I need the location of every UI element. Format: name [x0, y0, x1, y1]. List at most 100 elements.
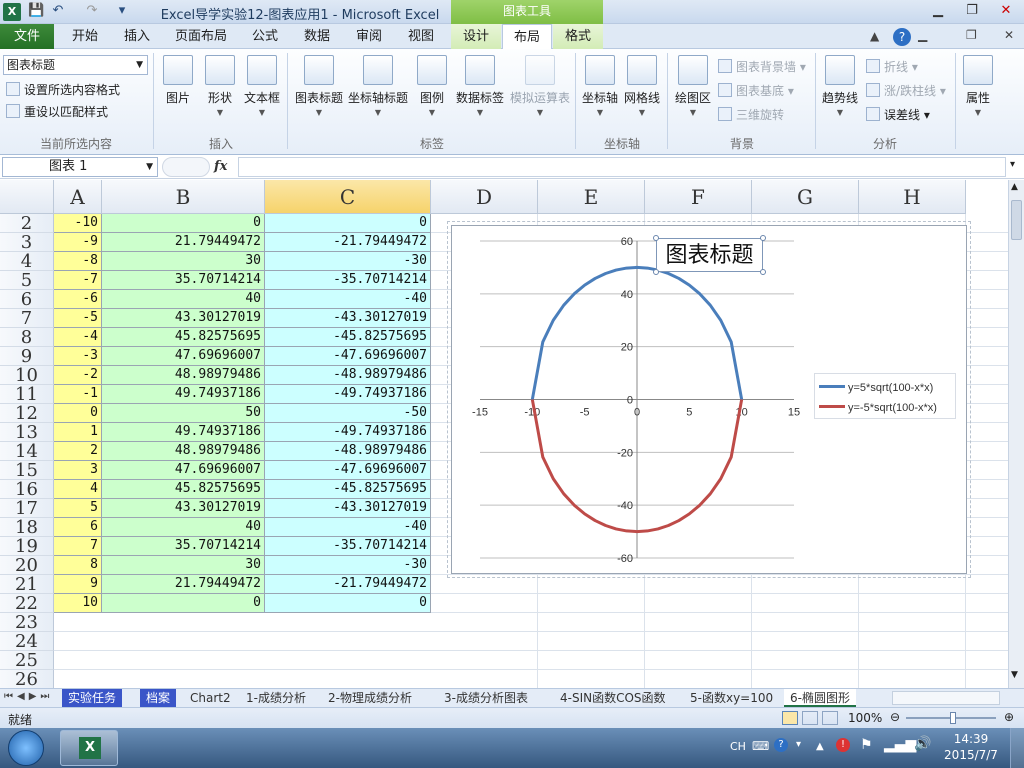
- rotation-button[interactable]: 三维旋转: [718, 105, 784, 125]
- show-hidden-icons-icon[interactable]: ▲: [816, 741, 824, 752]
- title-resize-handle[interactable]: [760, 235, 766, 241]
- cell-a9[interactable]: -3: [54, 347, 102, 366]
- title-resize-handle[interactable]: [653, 269, 659, 275]
- cell-a19[interactable]: 7: [54, 537, 102, 556]
- row-header[interactable]: 19: [0, 537, 54, 556]
- cell-b15[interactable]: 47.69696007: [102, 461, 265, 480]
- row-header[interactable]: 23: [0, 613, 54, 632]
- cell-c6[interactable]: -40: [265, 290, 431, 309]
- cell-b17[interactable]: 43.30127019: [102, 499, 265, 518]
- column-header-c[interactable]: C: [265, 180, 431, 214]
- row-header[interactable]: 13: [0, 423, 54, 442]
- column-header-f[interactable]: F: [645, 180, 752, 214]
- data-table-button[interactable]: 模拟运算表 ▼: [508, 55, 572, 125]
- cell-c12[interactable]: -50: [265, 404, 431, 423]
- sheet-nav-arrows-icon[interactable]: ⏮◀▶⏭: [4, 691, 53, 702]
- tab-page-layout[interactable]: 页面布局: [166, 24, 236, 49]
- insert-function-button[interactable]: fx: [214, 159, 227, 174]
- legend-button[interactable]: 图例 ▼: [412, 55, 452, 125]
- ime-help-icon[interactable]: ?: [774, 738, 788, 752]
- chart-wall-button[interactable]: 图表背景墙 ▾: [718, 57, 806, 77]
- cell-c2[interactable]: 0: [265, 214, 431, 233]
- cell-a12[interactable]: 0: [54, 404, 102, 423]
- row-header[interactable]: 21: [0, 575, 54, 594]
- chart-title-button[interactable]: 图表标题 ▼: [292, 55, 346, 125]
- column-header-b[interactable]: B: [102, 180, 265, 214]
- format-selection-button[interactable]: 设置所选内容格式: [6, 80, 120, 100]
- row-header[interactable]: 8: [0, 328, 54, 347]
- cell-c10[interactable]: -48.98979486: [265, 366, 431, 385]
- row-header[interactable]: 3: [0, 233, 54, 252]
- taskbar-excel-button[interactable]: X: [60, 730, 118, 766]
- updown-bars-button[interactable]: 涨/跌柱线 ▾: [866, 81, 946, 101]
- cell-c3[interactable]: -21.79449472: [265, 233, 431, 252]
- cell-c13[interactable]: -49.74937186: [265, 423, 431, 442]
- cell-b10[interactable]: 48.98979486: [102, 366, 265, 385]
- scroll-up-icon[interactable]: ▲: [1011, 182, 1018, 192]
- window-minimize-icon[interactable]: ▁: [918, 28, 927, 42]
- volume-icon[interactable]: 🔊: [914, 736, 931, 752]
- legend-entry[interactable]: y=-5*sqrt(100-x*x): [819, 400, 937, 414]
- cell-a2[interactable]: -10: [54, 214, 102, 233]
- cell-a22[interactable]: 10: [54, 594, 102, 613]
- sheet-tab[interactable]: 1-成绩分析: [240, 689, 312, 707]
- cell-b8[interactable]: 45.82575695: [102, 328, 265, 347]
- start-button-icon[interactable]: [8, 730, 44, 766]
- cell-c21[interactable]: -21.79449472: [265, 575, 431, 594]
- row-header[interactable]: 16: [0, 480, 54, 499]
- cell-b21[interactable]: 21.79449472: [102, 575, 265, 594]
- row-header[interactable]: 26: [0, 670, 54, 688]
- chart-area[interactable]: -60 -40 -20 0 20 40 60 -15 -10 -5 0 5 10 15 图表标题 y=5*…: [451, 225, 967, 574]
- cell-a3[interactable]: -9: [54, 233, 102, 252]
- row-header[interactable]: 7: [0, 309, 54, 328]
- lines-button[interactable]: 折线 ▾: [866, 57, 918, 77]
- sheet-tab[interactable]: 6-椭圆图形: [784, 689, 856, 707]
- tab-formulas[interactable]: 公式: [240, 24, 290, 49]
- formula-expand-icon[interactable]: ▾: [1010, 159, 1015, 170]
- cell-b13[interactable]: 49.74937186: [102, 423, 265, 442]
- row-header[interactable]: 22: [0, 594, 54, 613]
- chart-elements-combo[interactable]: 图表标题 ▼: [3, 55, 148, 75]
- row-header[interactable]: 12: [0, 404, 54, 423]
- scroll-thumb[interactable]: [1011, 200, 1022, 240]
- formula-input[interactable]: [238, 157, 1006, 177]
- tab-design[interactable]: 设计: [451, 24, 501, 49]
- tab-format[interactable]: 格式: [553, 24, 603, 49]
- plot-area-button[interactable]: 绘图区 ▼: [672, 55, 714, 125]
- cell-c11[interactable]: -49.74937186: [265, 385, 431, 404]
- row-header[interactable]: 17: [0, 499, 54, 518]
- cell-a17[interactable]: 5: [54, 499, 102, 518]
- close-button[interactable]: ✕: [994, 2, 1018, 20]
- cell-b11[interactable]: 49.74937186: [102, 385, 265, 404]
- minimize-button[interactable]: ▁: [926, 2, 950, 20]
- cell-c8[interactable]: -45.82575695: [265, 328, 431, 347]
- row-header[interactable]: 9: [0, 347, 54, 366]
- zoom-level[interactable]: 100%: [848, 711, 882, 725]
- sheet-tab[interactable]: 档案: [140, 689, 177, 707]
- gridlines-button[interactable]: 网格线 ▼: [622, 55, 662, 125]
- row-header[interactable]: 15: [0, 461, 54, 480]
- horizontal-scrollbar[interactable]: [892, 691, 1000, 705]
- cell-b9[interactable]: 47.69696007: [102, 347, 265, 366]
- cell-b2[interactable]: 0: [102, 214, 265, 233]
- normal-view-icon[interactable]: [782, 711, 798, 725]
- cell-b12[interactable]: 50: [102, 404, 265, 423]
- cell-a14[interactable]: 2: [54, 442, 102, 461]
- column-header-g[interactable]: G: [752, 180, 859, 214]
- cell-b16[interactable]: 45.82575695: [102, 480, 265, 499]
- select-all-corner[interactable]: [0, 180, 54, 214]
- cell-a8[interactable]: -4: [54, 328, 102, 347]
- ime-options-icon[interactable]: ▾: [796, 739, 801, 750]
- insert-picture-button[interactable]: 图片: [158, 55, 198, 125]
- cell-b7[interactable]: 43.30127019: [102, 309, 265, 328]
- page-break-view-icon[interactable]: [822, 711, 838, 725]
- title-resize-handle[interactable]: [760, 269, 766, 275]
- cell-a7[interactable]: -5: [54, 309, 102, 328]
- title-resize-handle[interactable]: [653, 235, 659, 241]
- restore-button[interactable]: ❐: [960, 2, 984, 20]
- reset-style-button[interactable]: 重设以匹配样式: [6, 102, 108, 122]
- ribbon-collapse-icon[interactable]: ▲: [870, 29, 879, 43]
- show-desktop-button[interactable]: [1010, 728, 1024, 768]
- cell-a13[interactable]: 1: [54, 423, 102, 442]
- cell-c19[interactable]: -35.70714214: [265, 537, 431, 556]
